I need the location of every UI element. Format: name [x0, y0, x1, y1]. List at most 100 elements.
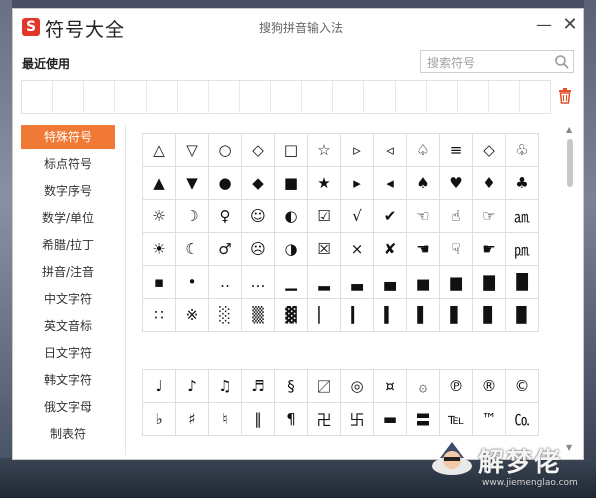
symbol-cell[interactable]: ☀	[142, 232, 176, 266]
symbol-cell[interactable]: 〓	[406, 402, 440, 436]
recent-symbol-slot[interactable]	[458, 81, 489, 113]
recent-symbol-slot[interactable]	[147, 81, 178, 113]
symbol-cell[interactable]: ◆	[241, 166, 275, 200]
symbol-cell[interactable]: ‖	[241, 402, 275, 436]
symbol-cell[interactable]: ▽	[175, 133, 209, 167]
symbol-cell[interactable]: 卍	[307, 402, 341, 436]
symbol-cell[interactable]: ▃	[340, 265, 374, 299]
symbol-cell[interactable]: ¤	[373, 369, 407, 403]
recent-symbol-slot[interactable]	[333, 81, 365, 113]
symbol-cell[interactable]: ◐	[274, 199, 308, 233]
symbol-cell[interactable]: ▋	[439, 298, 473, 332]
symbol-cell[interactable]: ▹	[340, 133, 374, 167]
recent-symbol-slot[interactable]	[53, 81, 85, 113]
symbol-cell[interactable]: ¶	[274, 402, 308, 436]
symbol-cell[interactable]: ☚	[406, 232, 440, 266]
symbol-cell[interactable]: ™	[472, 402, 506, 436]
symbol-cell[interactable]: ∷	[142, 298, 176, 332]
sidebar-item[interactable]: 数字序号	[21, 179, 115, 203]
symbol-cell[interactable]: ▁	[274, 265, 308, 299]
symbol-cell[interactable]: □	[274, 133, 308, 167]
recent-symbol-slot[interactable]	[22, 81, 54, 113]
close-button[interactable]: ✕	[560, 15, 580, 35]
symbol-cell[interactable]: ♥	[439, 166, 473, 200]
symbol-cell[interactable]: ☽	[175, 199, 209, 233]
sidebar-item[interactable]: 希腊/拉丁	[21, 233, 115, 257]
symbol-cell[interactable]: ♦	[472, 166, 506, 200]
symbol-cell[interactable]: ☛	[472, 232, 506, 266]
recent-symbol-slot[interactable]	[427, 81, 458, 113]
symbol-cell[interactable]: ♯	[175, 402, 209, 436]
symbol-cell[interactable]: ◃	[373, 133, 407, 167]
search-icon[interactable]	[554, 54, 570, 70]
sidebar-item[interactable]: 英文音标	[21, 314, 115, 338]
symbol-cell[interactable]: ▏	[307, 298, 341, 332]
symbol-cell[interactable]: ▉	[505, 298, 539, 332]
symbol-cell[interactable]: ㏇	[505, 402, 539, 436]
minimize-button[interactable]: —	[534, 15, 554, 35]
symbol-cell[interactable]: ☆	[307, 133, 341, 167]
symbol-cell[interactable]: △	[142, 133, 176, 167]
symbol-cell[interactable]: ▬	[373, 402, 407, 436]
symbol-cell[interactable]: ℡	[439, 402, 473, 436]
symbol-cell[interactable]: ×	[340, 232, 374, 266]
symbol-cell[interactable]: ♧	[505, 133, 539, 167]
symbol-cell[interactable]: ©	[505, 369, 539, 403]
symbol-cell[interactable]: ☺	[241, 199, 275, 233]
symbol-cell[interactable]: ░	[208, 298, 242, 332]
symbol-cell[interactable]: ☝	[439, 199, 473, 233]
symbol-cell[interactable]: ▆	[439, 265, 473, 299]
symbol-cell[interactable]: ♣	[505, 166, 539, 200]
symbol-cell[interactable]: ≡	[439, 133, 473, 167]
symbol-cell[interactable]: ▒	[241, 298, 275, 332]
symbol-cell[interactable]: ☹	[241, 232, 275, 266]
recent-symbol-slot[interactable]	[302, 81, 334, 113]
symbol-cell[interactable]: ▸	[340, 166, 374, 200]
symbol-cell[interactable]: §	[274, 369, 308, 403]
symbol-cell[interactable]: ☾	[175, 232, 209, 266]
scroll-thumb[interactable]	[567, 139, 573, 187]
symbol-cell[interactable]: ▅	[406, 265, 440, 299]
symbol-cell[interactable]: ♬	[241, 369, 275, 403]
symbol-cell[interactable]: ▄	[373, 265, 407, 299]
symbol-cell[interactable]: ▌	[406, 298, 440, 332]
symbol-cell[interactable]: ▲	[142, 166, 176, 200]
symbol-cell[interactable]: ▍	[373, 298, 407, 332]
symbol-cell[interactable]: ◇	[241, 133, 275, 167]
symbol-cell[interactable]: ◑	[274, 232, 308, 266]
symbol-cell[interactable]: ▊	[472, 298, 506, 332]
symbol-cell[interactable]: ☼	[142, 199, 176, 233]
sidebar-item[interactable]: 日文字符	[21, 341, 115, 365]
symbol-cell[interactable]: ۞	[406, 369, 440, 403]
symbol-cell[interactable]: ▂	[307, 265, 341, 299]
scroll-up-icon[interactable]: ▲	[566, 125, 572, 134]
symbol-cell[interactable]: ☟	[439, 232, 473, 266]
sidebar-item[interactable]: 韩文字符	[21, 368, 115, 392]
symbol-cell[interactable]: ㏘	[505, 232, 539, 266]
symbol-cell[interactable]: ☒	[307, 232, 341, 266]
recent-symbol-slot[interactable]	[209, 81, 240, 113]
recent-symbol-slot[interactable]	[115, 81, 147, 113]
symbol-cell[interactable]: ♀	[208, 199, 242, 233]
symbol-cell[interactable]: 〼	[307, 369, 341, 403]
sidebar-item[interactable]: 数学/单位	[21, 206, 115, 230]
recent-symbol-slot[interactable]	[84, 81, 116, 113]
symbol-cell[interactable]: ℗	[439, 369, 473, 403]
symbol-cell[interactable]: ◎	[340, 369, 374, 403]
symbol-cell[interactable]: …	[241, 265, 275, 299]
symbol-cell[interactable]: ✘	[373, 232, 407, 266]
symbol-cell[interactable]: ▇	[472, 265, 506, 299]
symbol-cell[interactable]: ♫	[208, 369, 242, 403]
recent-symbol-slot[interactable]	[178, 81, 209, 113]
symbol-cell[interactable]: •	[175, 265, 209, 299]
symbol-cell[interactable]: ▼	[175, 166, 209, 200]
search-box[interactable]	[420, 50, 574, 73]
symbol-cell[interactable]: ☜	[406, 199, 440, 233]
symbol-cell[interactable]: ♩	[142, 369, 176, 403]
symbol-cell[interactable]: ◂	[373, 166, 407, 200]
recent-symbol-slot[interactable]	[271, 81, 303, 113]
search-input[interactable]	[425, 53, 553, 72]
sidebar-item[interactable]: 中文字符	[21, 287, 115, 311]
symbol-cell[interactable]: ▓	[274, 298, 308, 332]
recent-symbol-slot[interactable]	[489, 81, 520, 113]
